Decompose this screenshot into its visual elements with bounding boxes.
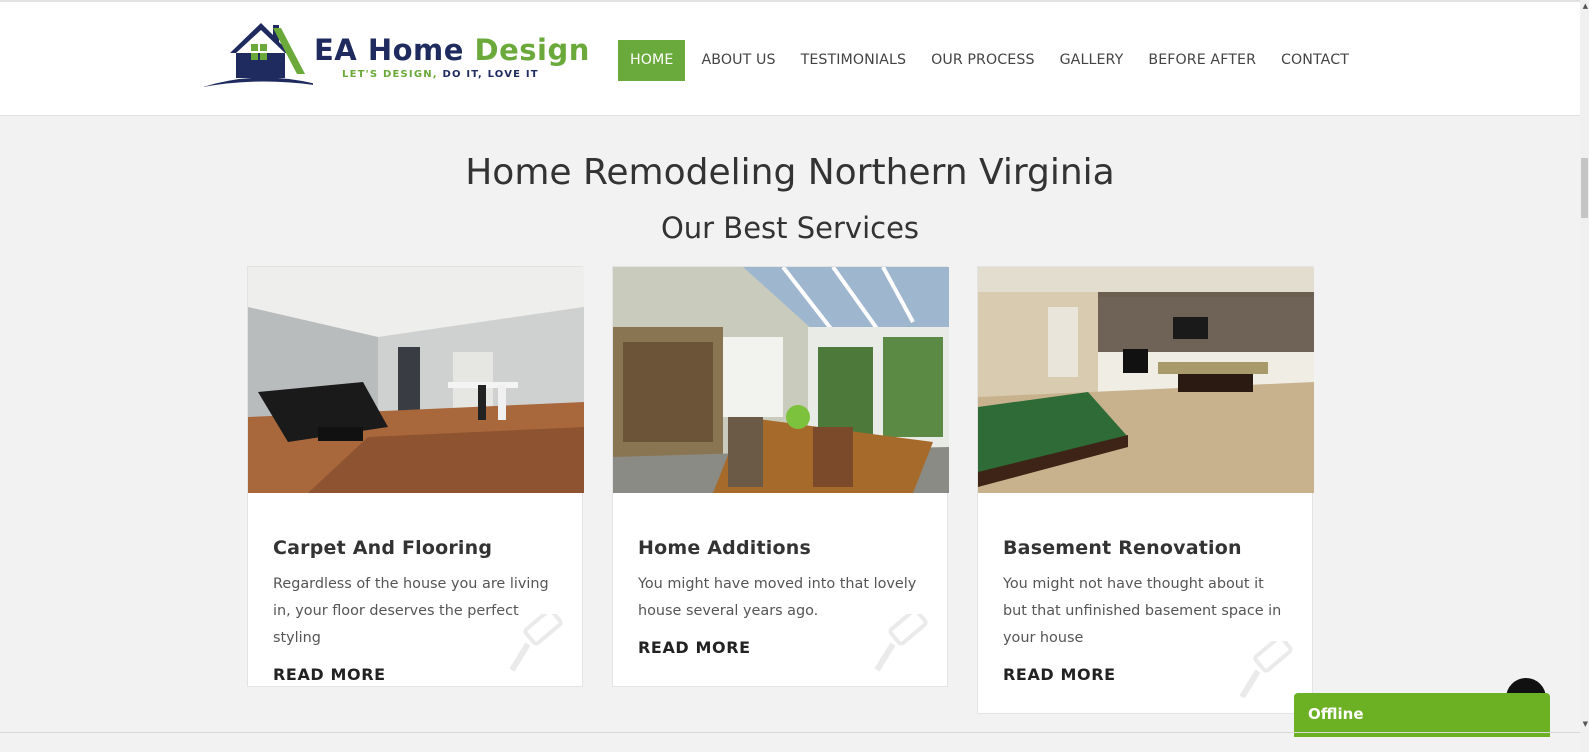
card-title: Home Additions xyxy=(638,537,811,559)
brand-name: EA Home Design xyxy=(314,33,590,67)
page-title: Home Remodeling Northern Virginia xyxy=(465,152,1115,193)
chat-widget[interactable]: Offline xyxy=(1294,693,1550,737)
brand-tagline: LET'S DESIGN, DO IT, LOVE IT xyxy=(342,69,539,80)
sunroom-dining-photo[interactable] xyxy=(613,267,949,493)
nav-item-home[interactable]: HOME xyxy=(618,40,686,81)
divider xyxy=(0,732,1589,733)
paint-roller-icon xyxy=(1239,641,1293,699)
living-room-piano-photo[interactable] xyxy=(248,267,584,493)
site-header: EA Home Design LET'S DESIGN, DO IT, LOVE… xyxy=(0,0,1580,116)
page-scrollbar[interactable]: ▲ ▼ xyxy=(1580,0,1589,752)
site-logo[interactable]: EA Home Design LET'S DESIGN, DO IT, LOVE… xyxy=(203,20,589,92)
scrollbar-thumb[interactable] xyxy=(1581,158,1588,218)
scroll-down-arrow-icon[interactable]: ▼ xyxy=(1583,720,1588,728)
service-card-additions: Home Additions You might have moved into… xyxy=(612,266,949,687)
nav-item-about-us[interactable]: ABOUT US xyxy=(689,40,787,81)
main-nav: HOME ABOUT US TESTIMONIALS OUR PROCESS G… xyxy=(618,40,1362,81)
nav-item-contact[interactable]: CONTACT xyxy=(1269,40,1361,81)
nav-item-gallery[interactable]: GALLERY xyxy=(1048,40,1136,81)
card-title: Carpet And Flooring xyxy=(273,537,493,559)
paint-roller-icon xyxy=(509,614,563,672)
house-logo-icon xyxy=(203,23,313,87)
nav-item-our-process[interactable]: OUR PROCESS xyxy=(919,40,1046,81)
service-card-carpet: Carpet And Flooring Regardless of the ho… xyxy=(247,266,584,687)
nav-item-testimonials[interactable]: TESTIMONIALS xyxy=(789,40,919,81)
chat-status: Offline xyxy=(1308,705,1364,723)
paint-roller-icon xyxy=(874,614,928,672)
scroll-up-arrow-icon[interactable]: ▲ xyxy=(1583,2,1588,10)
card-title: Basement Renovation xyxy=(1003,537,1242,559)
service-card-basement: Basement Renovation You might not have t… xyxy=(977,266,1314,714)
basement-billiards-photo[interactable] xyxy=(978,267,1314,493)
card-description: You might not have thought about it but … xyxy=(1003,576,1282,646)
nav-item-before-after[interactable]: BEFORE AFTER xyxy=(1136,40,1268,81)
section-subtitle: Our Best Services xyxy=(660,211,920,245)
